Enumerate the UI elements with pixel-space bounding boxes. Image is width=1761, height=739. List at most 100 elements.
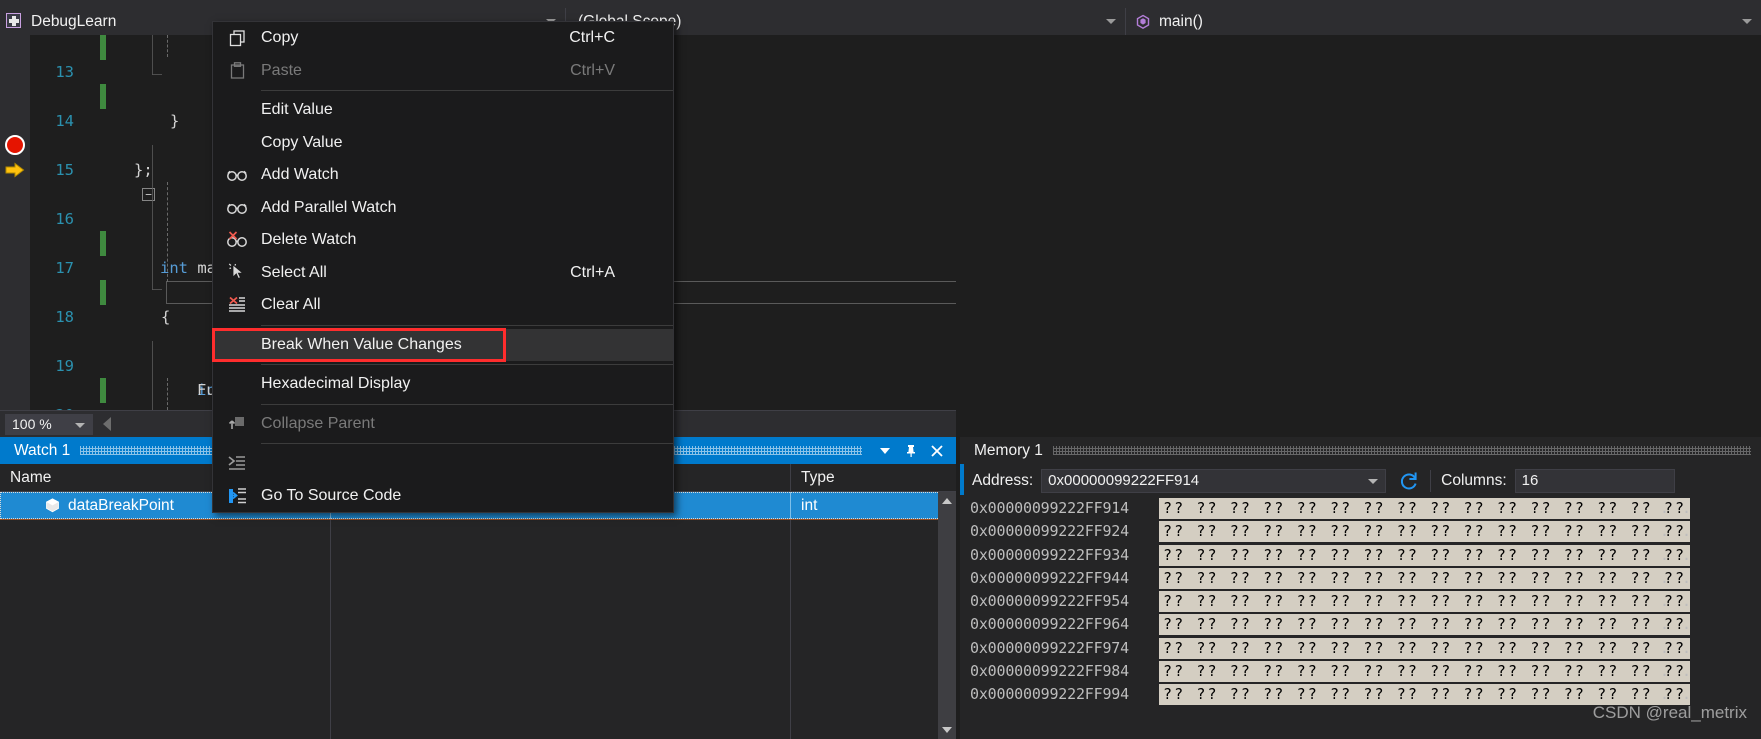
memory-row: 0x00000099222FF994 ?? ?? ?? ?? ?? ?? ?? … — [960, 683, 1761, 706]
address-input-value: 0x00000099222FF914 — [1048, 472, 1200, 489]
menu-item-hexadecimal-display[interactable]: Hexadecimal Display — [213, 368, 673, 401]
function-dropdown-label: main() — [1159, 12, 1203, 30]
line-number: 17 — [55, 258, 74, 277]
memory-row: 0x00000099222FF974 ?? ?? ?? ?? ?? ?? ?? … — [960, 637, 1761, 660]
scroll-up-button[interactable] — [938, 492, 956, 510]
memory-address: 0x00000099222FF994 — [970, 685, 1129, 704]
watch-context-menu[interactable]: Copy Ctrl+C Paste Ctrl+V Edit Value Copy… — [212, 21, 674, 513]
memory-row: 0x00000099222FF964 ?? ?? ?? ?? ?? ?? ?? … — [960, 613, 1761, 636]
columns-label: Columns: — [1441, 471, 1507, 489]
watch-panel-pin-button[interactable] — [898, 437, 924, 464]
memory-row: 0x00000099222FF944 ?? ?? ?? ?? ?? ?? ?? … — [960, 567, 1761, 590]
blank-icon — [213, 368, 261, 401]
change-indicator — [100, 280, 106, 305]
blank-icon — [213, 127, 261, 160]
memory-bytes[interactable]: ?? ?? ?? ?? ?? ?? ?? ?? ?? ?? ?? ?? ?? ?… — [1159, 498, 1691, 519]
breakpoint-icon[interactable] — [5, 135, 25, 155]
memory-ascii: . . — [1660, 615, 1694, 634]
clear-all-icon — [213, 289, 261, 322]
variable-icon — [44, 497, 61, 514]
collapse-parent-icon — [213, 408, 261, 441]
menu-item-label: Hexadecimal Display — [261, 375, 411, 393]
column-header-type[interactable]: Type — [790, 464, 938, 491]
memory-toolbar: Address: 0x00000099222FF914 Columns: 16 — [960, 466, 1761, 495]
editor-glyph-margin[interactable] — [0, 35, 30, 410]
function-dropdown[interactable]: main() — [1126, 8, 1761, 35]
zoom-level-dropdown[interactable]: 100 % — [5, 413, 93, 435]
vs-debug-window: DebugLearn (Global Scope) main() 13 — [0, 0, 1761, 739]
address-input[interactable]: 0x00000099222FF914 — [1041, 468, 1387, 493]
memory-rows[interactable]: 0x00000099222FF914 ?? ?? ?? ?? ?? ?? ?? … — [960, 497, 1761, 739]
menu-item-copy[interactable]: Copy Ctrl+C — [213, 22, 673, 55]
memory-row: 0x00000099222FF914 ?? ?? ?? ?? ?? ?? ?? … — [960, 497, 1761, 520]
watch-vertical-scrollbar[interactable] — [938, 492, 956, 739]
menu-item-clear-all[interactable]: Clear All — [213, 289, 673, 322]
row-divider — [0, 519, 952, 520]
column-divider[interactable] — [790, 492, 791, 739]
memory-bytes[interactable]: ?? ?? ?? ?? ?? ?? ?? ?? ?? ?? ?? ?? ?? ?… — [1159, 661, 1691, 683]
chevron-down-icon — [75, 422, 85, 428]
menu-item-copy-value[interactable]: Copy Value — [213, 127, 673, 160]
change-indicator — [100, 378, 106, 403]
code-text: }; — [134, 160, 153, 179]
menu-item-label: Copy — [261, 29, 299, 47]
menu-item-label: Collapse Parent — [261, 414, 375, 432]
go-to-source-icon — [213, 447, 261, 480]
line-number: 18 — [55, 307, 74, 326]
menu-item-edit-value[interactable]: Edit Value — [213, 94, 673, 127]
watch-row-type: int — [790, 492, 938, 519]
menu-item-add-watch[interactable]: Add Watch — [213, 159, 673, 192]
watch-panel-close-button[interactable] — [924, 437, 950, 464]
watch-icon — [213, 192, 261, 225]
menu-item-select-all[interactable]: Select All Ctrl+A — [213, 257, 673, 290]
memory-bytes[interactable]: ?? ?? ?? ?? ?? ?? ?? ?? ?? ?? ?? ?? ?? ?… — [1159, 637, 1691, 659]
menu-item-paste: Paste Ctrl+V — [213, 55, 673, 88]
columns-input[interactable]: 16 — [1514, 468, 1675, 493]
fold-toggle-icon[interactable]: − — [142, 188, 155, 201]
memory-bytes[interactable]: ?? ?? ?? ?? ?? ?? ?? ?? ?? ?? ?? ?? ?? ?… — [1159, 614, 1691, 636]
memory-address: 0x00000099222FF964 — [970, 615, 1129, 634]
memory-row: 0x00000099222FF924 ?? ?? ?? ?? ?? ?? ?? … — [960, 520, 1761, 543]
memory-bytes[interactable]: ?? ?? ?? ?? ?? ?? ?? ?? ?? ?? ?? ?? ?? ?… — [1159, 544, 1691, 566]
memory-bytes[interactable]: ?? ?? ?? ?? ?? ?? ?? ?? ?? ?? ?? ?? ?? ?… — [1159, 591, 1691, 613]
menu-item-break-when-value-changes[interactable]: Break When Value Changes — [212, 327, 673, 362]
paste-icon — [213, 55, 261, 88]
project-icon — [6, 13, 23, 30]
watch-icon — [213, 159, 261, 192]
triangle-up-icon — [942, 498, 952, 504]
menu-item-add-parallel-watch[interactable]: Add Parallel Watch — [213, 192, 673, 225]
menu-separator — [261, 364, 673, 365]
memory-bytes[interactable]: ?? ?? ?? ?? ?? ?? ?? ?? ?? ?? ?? ?? ?? ?… — [1159, 567, 1691, 589]
indent-guide — [152, 74, 162, 75]
triangle-down-icon — [942, 727, 952, 733]
scroll-down-button[interactable] — [938, 721, 956, 739]
menu-separator — [261, 324, 673, 326]
column-divider[interactable] — [330, 492, 331, 739]
line-number: 14 — [55, 111, 74, 130]
code-text: { — [161, 307, 171, 326]
menu-item-accelerator: Ctrl+V — [570, 61, 615, 79]
change-indicator — [100, 84, 106, 109]
chevron-down-icon[interactable] — [1368, 478, 1379, 484]
menu-separator — [261, 90, 673, 91]
memory-address: 0x00000099222FF934 — [970, 545, 1129, 564]
menu-item-delete-watch[interactable]: Delete Watch — [213, 224, 673, 257]
indent-guide — [152, 145, 153, 290]
memory-panel-title: Memory 1 — [974, 441, 1043, 459]
watch-row-name: dataBreakPoint — [68, 497, 174, 514]
indent-guide — [152, 289, 162, 290]
refresh-icon[interactable] — [1398, 470, 1420, 492]
delete-watch-icon — [213, 224, 261, 257]
line-number: 20 — [30, 403, 74, 411]
menu-item-go-to-disassembly[interactable]: Go To Source Code — [213, 480, 673, 513]
memory-ascii: . . — [1660, 638, 1694, 657]
memory-bytes[interactable]: ?? ?? ?? ?? ?? ?? ?? ?? ?? ?? ?? ?? ?? ?… — [1159, 521, 1691, 543]
memory-ascii: . . — [1660, 592, 1694, 611]
horizontal-scroll-left-button[interactable] — [103, 417, 111, 431]
memory-address: 0x00000099222FF984 — [970, 662, 1129, 681]
memory-panel-titlebar[interactable]: Memory 1 — [960, 437, 1761, 464]
memory-bytes[interactable]: ?? ?? ?? ?? ?? ?? ?? ?? ?? ?? ?? ?? ?? ?… — [1159, 684, 1691, 706]
current-statement-arrow-icon — [5, 162, 25, 178]
indent-guide — [152, 35, 153, 75]
watch-panel-menu-button[interactable] — [872, 437, 898, 464]
